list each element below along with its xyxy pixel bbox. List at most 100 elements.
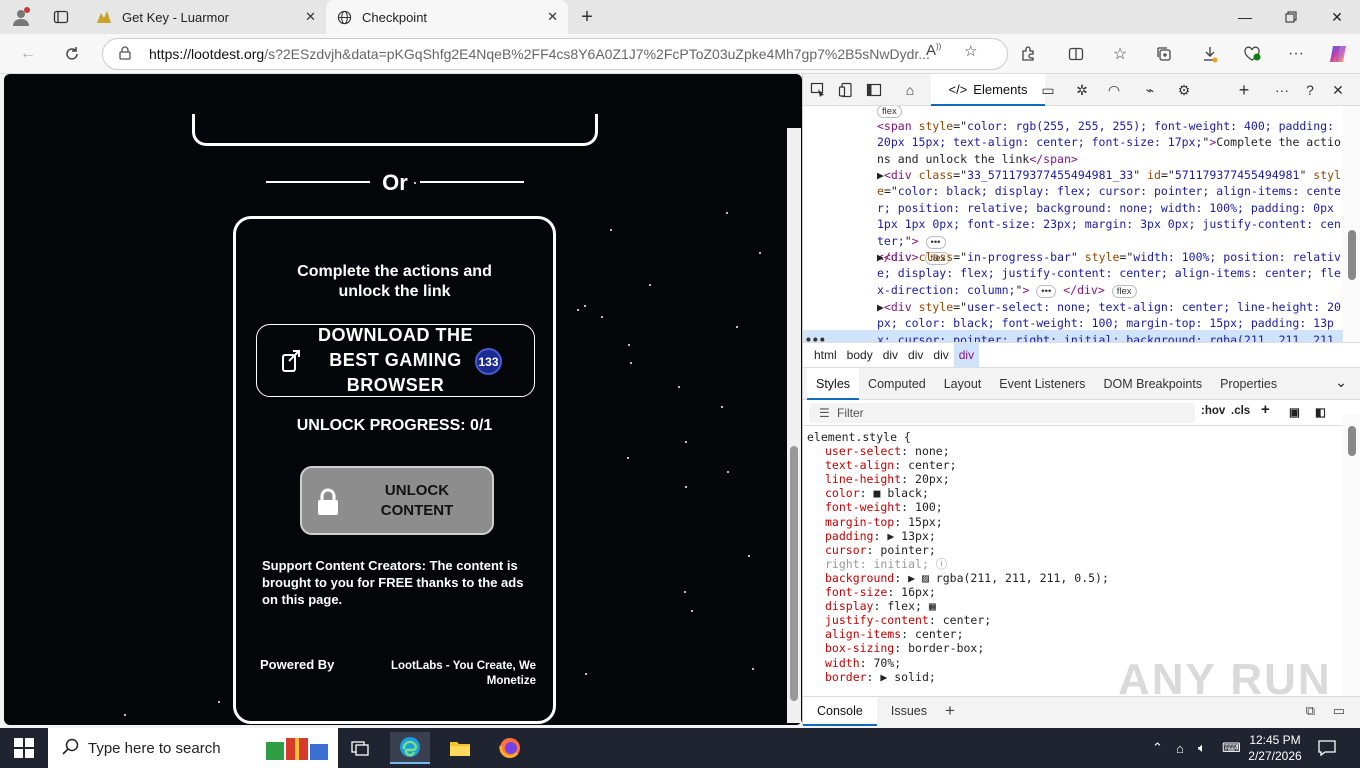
tab-layout[interactable]: Layout	[935, 368, 991, 400]
unlock-content-button[interactable]: UNLOCK CONTENT	[300, 466, 494, 535]
new-style-rule-icon[interactable]: +	[1261, 401, 1270, 418]
css-property[interactable]: margin-top	[825, 515, 894, 529]
css-value[interactable]: ▶ 13px;	[887, 529, 935, 543]
breadcrumb-item[interactable]: div	[878, 343, 903, 367]
styles-scrollbar[interactable]	[1343, 414, 1360, 696]
css-property[interactable]: line-height	[825, 472, 901, 486]
element-state-paint-icon[interactable]: ▣	[1289, 405, 1300, 419]
help-icon[interactable]: ?	[1301, 81, 1319, 99]
windows-start-icon[interactable]	[14, 738, 34, 758]
css-value[interactable]: center;	[915, 627, 963, 641]
add-drawer-tab-icon[interactable]: +	[945, 701, 955, 721]
css-property[interactable]: color	[825, 486, 860, 500]
css-property[interactable]: padding	[825, 529, 873, 543]
network-wifi-icon[interactable]: ◠	[1105, 81, 1123, 99]
tab-checkpoint[interactable]: Checkpoint ✕	[326, 0, 568, 34]
notifications-icon[interactable]	[1318, 728, 1336, 768]
lootlabs-link[interactable]: LootLabs - You Create, We Monetize	[376, 659, 536, 689]
dom-line[interactable]: ▶<div class="in-progress-bar" style="wid…	[877, 249, 1343, 298]
read-aloud-icon[interactable]: A))	[926, 42, 941, 59]
favorites-icon[interactable]: ☆	[1108, 43, 1132, 65]
scrollbar-thumb[interactable]	[1348, 426, 1356, 456]
downloads-icon[interactable]	[1198, 43, 1222, 65]
css-value[interactable]: center;	[943, 613, 991, 627]
search-highlight-gifts-icon[interactable]	[264, 734, 332, 762]
drawer-tab-console[interactable]: Console	[803, 696, 877, 726]
css-declaration[interactable]: padding: ▶ 13px;	[825, 529, 936, 543]
welcome-home-icon[interactable]: ⌂	[901, 81, 919, 99]
show-hidden-icons-icon[interactable]: ⌃	[1152, 728, 1163, 768]
chevron-down-icon[interactable]: ⌄	[1335, 374, 1347, 391]
tab-event-listeners[interactable]: Event Listeners	[990, 368, 1094, 400]
breadcrumb-item[interactable]: div	[903, 343, 928, 367]
css-declaration[interactable]: justify-content: center;	[825, 613, 991, 627]
favorite-star-icon[interactable]: ☆	[964, 42, 977, 60]
css-value[interactable]: ▶ solid;	[880, 670, 935, 684]
css-value[interactable]: none;	[915, 444, 950, 458]
styles-filter-input[interactable]: ☰ Filter	[809, 403, 1195, 423]
css-declaration[interactable]: border: ▶ solid;	[825, 670, 936, 684]
refresh-icon[interactable]	[60, 43, 84, 65]
settings-gear-icon[interactable]: ⚙	[1175, 81, 1193, 99]
inspect-element-icon[interactable]	[809, 81, 827, 99]
css-property[interactable]: text-align	[825, 458, 894, 472]
firefox-icon[interactable]	[490, 732, 530, 764]
extensions-icon[interactable]	[1016, 43, 1040, 65]
keyboard-icon[interactable]: ⌨︎	[1222, 728, 1241, 768]
restore-icon[interactable]	[1268, 0, 1314, 34]
css-declaration[interactable]: font-weight: 100;	[825, 500, 943, 514]
breadcrumb-item[interactable]: body	[842, 343, 878, 367]
tab-properties[interactable]: Properties	[1211, 368, 1286, 400]
css-property[interactable]: align-items	[825, 627, 901, 641]
console-icon[interactable]: ▭	[1039, 81, 1057, 99]
file-explorer-icon[interactable]	[440, 732, 480, 764]
computed-sidebar-icon[interactable]: ◧	[1315, 405, 1326, 419]
css-declaration[interactable]: display: flex; ▦	[825, 599, 936, 613]
css-property[interactable]: justify-content	[825, 613, 929, 627]
edge-taskbar-icon[interactable]	[390, 732, 430, 764]
task-view-icon[interactable]	[340, 732, 380, 764]
sources-bug-icon[interactable]: ✲	[1073, 81, 1091, 99]
system-clock[interactable]: 12:45 PM 2/27/2026	[1242, 732, 1308, 764]
dom-line[interactable]: flex	[877, 106, 1343, 118]
css-declaration[interactable]: width: 70%;	[825, 656, 901, 670]
tab-close-icon[interactable]: ✕	[547, 9, 558, 25]
css-declaration[interactable]: text-align: center;	[825, 458, 957, 472]
tab-computed[interactable]: Computed	[859, 368, 935, 400]
css-property[interactable]: font-size	[825, 585, 887, 599]
download-browser-action[interactable]: DOWNLOAD THE BEST GAMING BROWSER 133	[256, 324, 535, 397]
css-value[interactable]: 20px;	[915, 472, 950, 486]
css-value[interactable]: ▶ ▨ rgba(211, 211, 211, 0.5);	[908, 571, 1109, 585]
breadcrumb-item[interactable]: div	[953, 343, 980, 367]
css-declaration[interactable]: color: ■ black;	[825, 486, 929, 500]
page-scrollbar[interactable]	[787, 128, 801, 723]
dom-line[interactable]: ▶<div style="user-select: none; text-ali…	[877, 299, 1343, 342]
breadcrumb-item[interactable]: div	[928, 343, 953, 367]
dock-side-icon[interactable]	[865, 81, 883, 99]
css-value[interactable]: pointer;	[880, 543, 935, 557]
node-actions-icon[interactable]: •••	[805, 332, 826, 342]
css-value[interactable]: border-box;	[908, 641, 984, 655]
scrollbar-thumb[interactable]	[790, 446, 798, 701]
css-declaration[interactable]: cursor: pointer;	[825, 543, 936, 557]
profile-icon[interactable]	[10, 6, 32, 28]
css-declaration[interactable]: right: initial; ⓘ	[825, 557, 947, 571]
new-tab-icon[interactable]: +	[576, 6, 598, 28]
css-declaration[interactable]: line-height: 20px;	[825, 472, 950, 486]
close-drawer-icon[interactable]: ▭	[1333, 703, 1345, 719]
scrollbar-thumb[interactable]	[1348, 230, 1356, 280]
address-bar[interactable]: https://lootdest.org/s?2ESzdvjh&data=pKG…	[102, 38, 1008, 70]
browser-essentials-icon[interactable]	[1240, 43, 1264, 65]
css-property[interactable]: width	[825, 656, 860, 670]
css-value[interactable]: flex; ▦	[887, 599, 935, 613]
css-value[interactable]: center;	[908, 458, 956, 472]
dom-scrollbar[interactable]	[1343, 106, 1360, 342]
customize-more-icon[interactable]: ···	[1273, 81, 1291, 99]
css-property[interactable]: box-sizing	[825, 641, 894, 655]
css-declaration[interactable]: box-sizing: border-box;	[825, 641, 984, 655]
css-property[interactable]: display	[825, 599, 873, 613]
css-value[interactable]: ■ black;	[873, 486, 928, 500]
tab-close-icon[interactable]: ✕	[305, 9, 316, 25]
drawer-tab-issues[interactable]: Issues	[877, 697, 941, 726]
css-declaration[interactable]: background: ▶ ▨ rgba(211, 211, 211, 0.5)…	[825, 571, 1109, 585]
